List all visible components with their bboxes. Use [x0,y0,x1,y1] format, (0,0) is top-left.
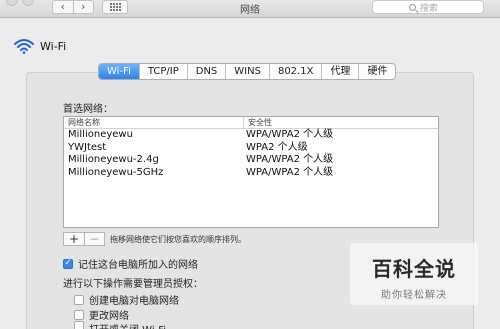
admin-auth-label: 进行以下操作需要管理员授权： [63,279,203,290]
network-name: YWJtest [68,141,107,153]
network-name: Millioneyewu [68,129,133,140]
preferred-networks-label: 首选网络： [63,104,113,115]
checkbox-checked-icon[interactable]: ✓ [63,258,73,269]
change-network-option[interactable]: 更改网络 [74,307,129,322]
toggle-wifi-label: 打开或关闭 Wi-Fi [89,321,166,329]
checkbox-icon[interactable] [74,309,84,320]
search-placeholder: 搜索 [420,3,439,14]
add-network-button[interactable]: + [64,233,84,245]
network-security: WPA/WPA2 个人级 [246,129,334,140]
tab-wifi[interactable]: Wi-Fi [99,64,139,79]
column-header-name[interactable]: 网络名称 [64,117,244,128]
tab-tcpip[interactable]: TCP/IP [138,64,187,79]
network-name: Millioneyewu-2.4g [68,154,159,165]
table-header: 网络名称 安全性 [64,117,438,129]
tab-wins[interactable]: WINS [225,64,269,79]
table-row[interactable]: Millioneyewu WPA/WPA2 个人级 [64,129,438,142]
checkbox-icon[interactable] [74,321,84,329]
interface-name: Wi-Fi [40,39,67,53]
window-toolbar: ‹ › 网络 搜索 [0,0,500,18]
wifi-header: Wi-Fi [14,38,66,54]
column-header-security[interactable]: 安全性 [244,117,272,128]
create-computer-network-option[interactable]: 创建电脑对电脑网络 [74,292,179,307]
drag-hint-text: 拖移网络使它们按您喜欢的顺序排列。 [110,235,246,244]
tab-proxy[interactable]: 代理 [321,64,358,79]
create-computer-network-label: 创建电脑对电脑网络 [89,296,179,307]
tab-bar: Wi-Fi TCP/IP DNS WINS 802.1X 代理 硬件 [98,63,397,80]
search-icon [409,3,416,11]
table-row[interactable]: Millioneyewu-5GHz WPA/WPA2 个人级 [64,167,438,180]
tab-hardware[interactable]: 硬件 [358,64,395,79]
wifi-icon [14,39,34,54]
tab-dns[interactable]: DNS [186,64,226,79]
watermark-title: 百科全说 [372,257,456,281]
remove-network-button[interactable]: − [84,233,104,245]
network-name: Millioneyewu-5GHz [68,166,164,178]
change-network-label: 更改网络 [89,311,129,322]
tab-8021x[interactable]: 802.1X [268,64,321,79]
network-security: WPA2 个人级 [246,141,308,153]
remember-networks-label: 记住这台电脑所加入的网络 [78,260,198,271]
watermark: 百科全说 助你轻松解决 [350,243,478,305]
network-security: WPA/WPA2 个人级 [246,154,334,165]
toggle-wifi-option[interactable]: 打开或关闭 Wi-Fi [74,321,166,329]
table-row[interactable]: Millioneyewu-2.4g WPA/WPA2 个人级 [64,154,438,167]
network-security: WPA/WPA2 个人级 [246,166,334,178]
table-row[interactable]: YWJtest WPA2 个人级 [64,142,438,155]
preferred-networks-table[interactable]: 网络名称 安全性 Millioneyewu WPA/WPA2 个人级 YWJte… [63,116,439,228]
remember-networks-option[interactable]: ✓ 记住这台电脑所加入的网络 [63,256,198,271]
checkbox-icon[interactable] [74,294,84,305]
add-remove-control: + − [63,232,105,246]
search-field[interactable]: 搜索 [372,0,484,14]
watermark-subtitle: 助你轻松解决 [381,290,447,301]
